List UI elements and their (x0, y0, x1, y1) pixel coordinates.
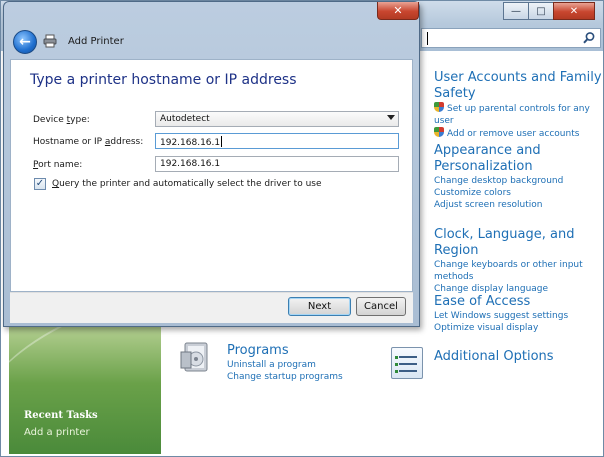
category-ease-of-access: Ease of Access Let Windows suggest setti… (434, 294, 604, 334)
decorative-swoosh (9, 326, 161, 439)
port-name-value: 192.168.16.1 (160, 159, 221, 169)
clock-language-region-title[interactable]: Clock, Language, and Region (434, 227, 604, 259)
change-keyboards-link-cont[interactable]: methods (434, 271, 604, 283)
device-type-label: Device type: (33, 115, 90, 125)
ease-of-access-title[interactable]: Ease of Access (434, 294, 604, 310)
optimize-visual-display-link[interactable]: Optimize visual display (434, 322, 604, 334)
port-name-label: Port name: (33, 160, 83, 170)
category-clock-language-region: Clock, Language, and Region Change keybo… (434, 227, 604, 295)
query-printer-checkbox[interactable]: ✓ (34, 178, 46, 190)
device-type-value: Autodetect (160, 114, 210, 124)
maximize-button[interactable]: □ (528, 2, 554, 20)
recent-tasks-heading: Recent Tasks (24, 410, 98, 421)
text-cursor (427, 32, 428, 45)
shield-icon (434, 102, 444, 112)
dialog-content (10, 59, 413, 292)
printer-icon (43, 34, 57, 48)
user-accounts-title-line2[interactable]: Safety (434, 86, 604, 102)
chevron-down-icon[interactable] (387, 115, 395, 120)
close-button[interactable]: ✕ (553, 2, 595, 20)
shield-icon (434, 127, 444, 137)
category-user-accounts: User Accounts and Family Safety Set up p… (434, 70, 604, 140)
device-type-select[interactable]: Autodetect (155, 111, 399, 127)
parental-controls-link[interactable]: Set up parental controls for any user (434, 102, 604, 127)
search-input[interactable] (421, 28, 601, 48)
uninstall-program-link[interactable]: Uninstall a program (227, 359, 377, 371)
let-windows-suggest-link[interactable]: Let Windows suggest settings (434, 310, 604, 322)
search-icon[interactable] (582, 31, 596, 45)
dialog-close-button[interactable]: ✕ (377, 2, 419, 20)
dialog-heading: Type a printer hostname or IP address (30, 72, 297, 88)
query-printer-label[interactable]: Query the printer and automatically sele… (52, 179, 322, 189)
port-name-input[interactable]: 192.168.16.1 (155, 156, 399, 172)
category-additional-options: Additional Options (434, 349, 554, 365)
window-caption-buttons: — □ ✕ (503, 2, 595, 22)
hostname-input[interactable]: 192.168.16.1 (155, 133, 399, 149)
programs-icon[interactable] (179, 340, 213, 374)
dialog-title: Add Printer (68, 36, 124, 47)
additional-options-title[interactable]: Additional Options (434, 349, 554, 365)
dialog-footer (10, 292, 413, 323)
user-accounts-title-line1[interactable]: User Accounts and Family (434, 70, 604, 86)
change-keyboards-link[interactable]: Change keyboards or other input (434, 259, 604, 271)
category-appearance: Appearance and Personalization Change de… (434, 143, 604, 211)
parental-controls-label: Set up parental controls for any user (434, 104, 590, 126)
next-button[interactable]: Next (288, 297, 351, 316)
text-cursor (221, 136, 223, 147)
minimize-button[interactable]: — (503, 2, 529, 20)
appearance-title-line1[interactable]: Appearance and (434, 143, 604, 159)
hostname-value: 192.168.16.1 (160, 138, 221, 148)
change-desktop-background-link[interactable]: Change desktop background (434, 175, 604, 187)
add-remove-users-label: Add or remove user accounts (447, 129, 580, 139)
appearance-title-line2[interactable]: Personalization (434, 159, 604, 175)
category-programs: Programs Uninstall a program Change star… (227, 343, 377, 383)
back-arrow-icon[interactable]: ← (13, 30, 37, 54)
hostname-label: Hostname or IP address: (33, 137, 144, 147)
change-startup-programs-link[interactable]: Change startup programs (227, 371, 377, 383)
cancel-button[interactable]: Cancel (356, 297, 406, 316)
adjust-screen-resolution-link[interactable]: Adjust screen resolution (434, 199, 604, 211)
add-remove-users-link[interactable]: Add or remove user accounts (434, 127, 604, 140)
recent-task-add-printer[interactable]: Add a printer (24, 427, 90, 438)
customize-colors-link[interactable]: Customize colors (434, 187, 604, 199)
programs-title[interactable]: Programs (227, 343, 377, 359)
additional-options-icon[interactable] (391, 347, 423, 379)
